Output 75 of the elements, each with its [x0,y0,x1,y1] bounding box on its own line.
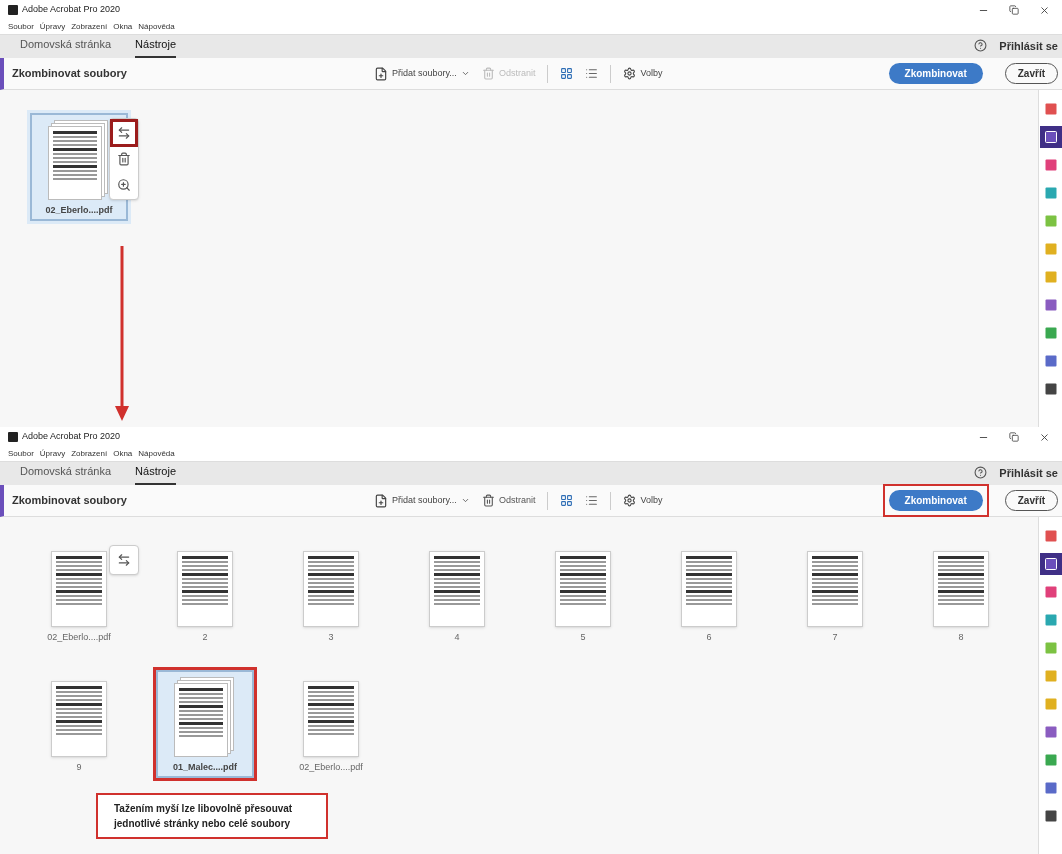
thumbnail-tile[interactable]: 8 [909,537,1013,651]
thumbnail-label: 3 [328,630,334,644]
thumbnail-tile[interactable]: 6 [657,537,761,651]
options-button[interactable]: Volby [623,66,663,81]
file-add-icon [374,493,388,508]
sign-in-link[interactable]: Přihlásit se [999,37,1058,54]
combine-button[interactable]: Zkombinovat [882,484,989,517]
list-view-button[interactable] [585,494,599,507]
thumbnail-label: 5 [580,630,586,644]
options-button[interactable]: Volby [623,493,663,508]
app-logo-icon [8,5,18,15]
delete-icon [117,152,131,166]
swap-icon [117,126,131,140]
thumbnail-tile[interactable]: 4 [405,537,509,651]
menu-item[interactable]: Zobrazení [71,21,108,33]
add-files-button[interactable]: Přidat soubory... [374,493,470,508]
thumbnail-tile[interactable]: 02_Eberlo....pdf [27,537,131,651]
help-icon[interactable] [974,466,988,480]
restore-icon[interactable] [1009,4,1019,15]
tool-title: Zkombinovat soubory [11,493,128,509]
swap-button[interactable] [113,122,135,144]
restore-icon[interactable] [1009,431,1019,442]
list-view-button[interactable] [585,67,599,80]
callout-note: Tažením myší lze libovolně přesouvat jednotlivé stránky nebo celé soubory [96,793,328,839]
gear-icon [623,494,637,507]
help-icon[interactable] [974,39,988,53]
menu-item[interactable]: Okna [113,21,133,33]
menu-item[interactable]: Soubor [8,448,34,460]
window-title: Adobe Acrobat Pro 2020 [22,3,121,17]
caret-icon [460,496,470,505]
menu-item[interactable]: Úpravy [39,448,66,460]
menu-item[interactable]: Soubor [8,21,34,33]
thumbnail-tile[interactable]: 3 [279,537,383,651]
thumbnail-label: 6 [706,630,712,644]
thumbnail-tile[interactable]: 02_Eberlo....pdf [279,667,383,781]
sign-in-link[interactable]: Přihlásit se [999,464,1058,481]
window-title: Adobe Acrobat Pro 2020 [22,430,121,444]
grid-view-button[interactable] [560,67,574,80]
close-icon[interactable] [1039,4,1050,16]
caret-icon [460,69,470,78]
thumbnail-tile[interactable]: 2 [153,537,257,651]
thumbnail-label: 4 [454,630,460,644]
thumbnail-tile[interactable]: 5 [531,537,635,651]
tool-title: Zkombinovat soubory [11,66,128,82]
tool-button[interactable] [1039,553,1062,575]
tab[interactable]: Domovská stránka [20,35,112,58]
tab[interactable]: Domovská stránka [20,462,112,485]
thumbnail-label: 8 [958,630,964,644]
thumbnail-label: 7 [832,630,838,644]
menu-item[interactable]: Zobrazení [71,448,108,460]
thumbnail-label: 9 [76,760,82,774]
grid-view-button[interactable] [560,494,574,507]
thumbnail-label: 01_Malec....pdf [173,760,237,774]
app-logo-icon [8,432,18,442]
trash-icon [481,494,495,507]
file-add-icon [374,66,388,81]
trash-icon [481,67,495,80]
tool-button[interactable] [1039,126,1062,148]
thumbnail-tile[interactable]: 7 [783,537,887,651]
thumbnail-label: 2 [202,630,208,644]
remove-button[interactable]: Odstranit [481,493,536,508]
thumbnail-tile[interactable]: 9 [27,667,131,781]
menu-item[interactable]: Nápověda [138,21,175,33]
swap-icon [117,553,131,567]
add-files-button[interactable]: Přidat soubory... [374,66,470,81]
menu-item[interactable]: Nápověda [138,448,175,460]
close-icon[interactable] [1039,431,1050,443]
gear-icon [623,67,637,80]
zoom-icon [117,178,131,192]
menu-item[interactable]: Okna [113,448,133,460]
thumbnail-tile[interactable]: 01_Malec....pdf [153,667,257,781]
thumbnail-label: 02_Eberlo....pdf [299,760,363,774]
thumbnail-label: 02_Eberlo....pdf [47,630,111,644]
menu-item[interactable]: Úpravy [39,21,66,33]
thumbnail-label: 02_Eberlo....pdf [45,203,113,217]
